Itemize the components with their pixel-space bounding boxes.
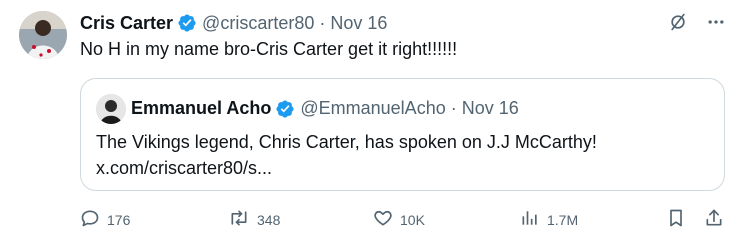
- more-icon[interactable]: [704, 10, 728, 34]
- quoted-link[interactable]: x.com/criscarter80/s...: [96, 155, 706, 181]
- heart-icon: [373, 208, 393, 231]
- tweet-header: Cris Carter @criscarter80 · Nov 16: [80, 11, 387, 35]
- like-count: 10K: [400, 211, 425, 228]
- bookmark-button[interactable]: [666, 208, 686, 231]
- separator-dot: ·: [450, 98, 457, 118]
- action-bar: 176 348 10K 1.7M: [80, 208, 728, 234]
- quoted-author-handle[interactable]: @EmmanuelAcho: [300, 98, 445, 119]
- tweet-text: No H in my name bro-Cris Carter get it r…: [80, 39, 458, 59]
- grok-icon[interactable]: [666, 10, 690, 34]
- quoted-text-line: The Vikings legend, Chris Carter, has sp…: [96, 132, 597, 152]
- separator-dot: ·: [319, 12, 326, 33]
- reply-button[interactable]: 176: [80, 208, 130, 231]
- view-count: 1.7M: [547, 211, 579, 228]
- bookmark-icon: [666, 208, 686, 231]
- top-actions: [666, 10, 728, 34]
- quoted-timestamp[interactable]: Nov 16: [462, 98, 519, 119]
- author-handle[interactable]: @criscarter80: [202, 13, 314, 34]
- quoted-header: Emmanuel Acho @EmmanuelAcho · Nov 16: [131, 98, 519, 119]
- share-icon: [704, 208, 724, 231]
- author-name[interactable]: Cris Carter: [80, 13, 173, 34]
- author-avatar[interactable]: [19, 11, 67, 59]
- quoted-text: The Vikings legend, Chris Carter, has sp…: [96, 129, 706, 181]
- like-button[interactable]: 10K: [373, 208, 425, 231]
- quoted-author-name[interactable]: Emmanuel Acho: [131, 98, 271, 119]
- repost-icon: [228, 208, 250, 231]
- verified-badge-icon: [275, 99, 295, 119]
- repost-button[interactable]: 348: [228, 208, 280, 231]
- quoted-tweet[interactable]: Emmanuel Acho @EmmanuelAcho · Nov 16 The…: [80, 78, 725, 191]
- quoted-author-avatar[interactable]: [96, 94, 126, 124]
- share-button[interactable]: [704, 208, 724, 231]
- verified-badge-icon: [177, 13, 197, 33]
- reply-count: 176: [107, 211, 131, 228]
- repost-count: 348: [257, 211, 281, 228]
- views-icon: [520, 208, 540, 231]
- tweet-timestamp[interactable]: Nov 16: [330, 13, 387, 34]
- reply-icon: [80, 208, 100, 231]
- views-button[interactable]: 1.7M: [520, 208, 578, 231]
